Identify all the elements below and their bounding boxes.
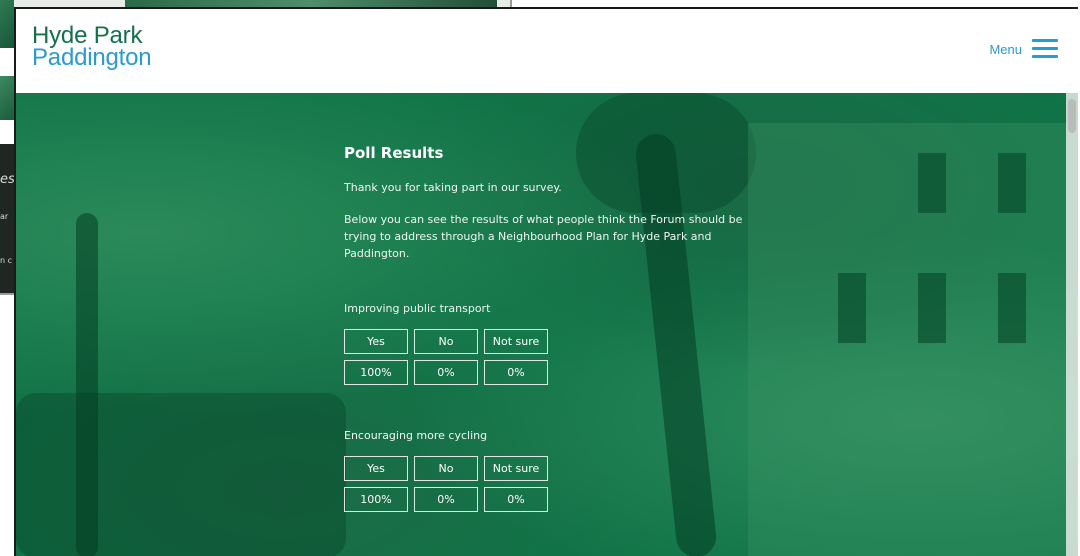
result-not-sure: 0% [484,360,548,385]
page-scrollbar[interactable] [1066,93,1078,556]
question-label: Improving public transport [344,302,491,315]
scrollbar-thumb[interactable] [1068,99,1076,133]
background-window-divider [0,120,14,144]
option-not-sure: Not sure [484,329,548,354]
option-yes: Yes [344,456,408,481]
decorative-building-window [998,153,1026,213]
decorative-building-window [918,273,946,343]
site-header: Hyde Park Paddington Menu [16,9,1078,93]
option-no: No [414,329,478,354]
poll-title: Poll Results [344,144,444,162]
poll-result-grid: Yes No Not sure 100% 0% 0% [344,329,764,385]
logo-line-paddington: Paddington [32,44,152,71]
menu-button[interactable]: Menu [989,39,1058,59]
browser-window: Hyde Park Paddington Menu Poll Results T… [14,7,1078,556]
background-window-divider [0,48,14,76]
result-yes: 100% [344,360,408,385]
background-window-text: ar [0,212,9,221]
decorative-building [748,123,1078,556]
decorative-building-window [998,273,1026,343]
option-not-sure: Not sure [484,456,548,481]
result-yes: 100% [344,487,408,512]
background-window-text: n c [0,256,13,265]
hero-section: Poll Results Thank you for taking part i… [16,93,1078,556]
background-window-text: es [0,172,14,187]
option-yes: Yes [344,329,408,354]
poll-result-grid: Yes No Not sure 100% 0% 0% [344,456,764,512]
decorative-building-window [918,153,946,213]
question-label: Encouraging more cycling [344,429,488,442]
site-logo[interactable]: Hyde Park Paddington [32,24,152,71]
decorative-bus [16,393,346,556]
poll-intro: Thank you for taking part in our survey. [344,181,562,194]
hamburger-icon [1032,39,1058,59]
background-window-photo [0,0,14,48]
poll-description: Below you can see the results of what pe… [344,213,743,260]
option-no: No [414,456,478,481]
decorative-building-window [838,273,866,343]
menu-label: Menu [989,41,1022,57]
poll-results-panel: Poll Results Thank you for taking part i… [344,144,764,512]
result-no: 0% [414,360,478,385]
background-window-photo [0,76,14,120]
result-not-sure: 0% [484,487,548,512]
result-no: 0% [414,487,478,512]
